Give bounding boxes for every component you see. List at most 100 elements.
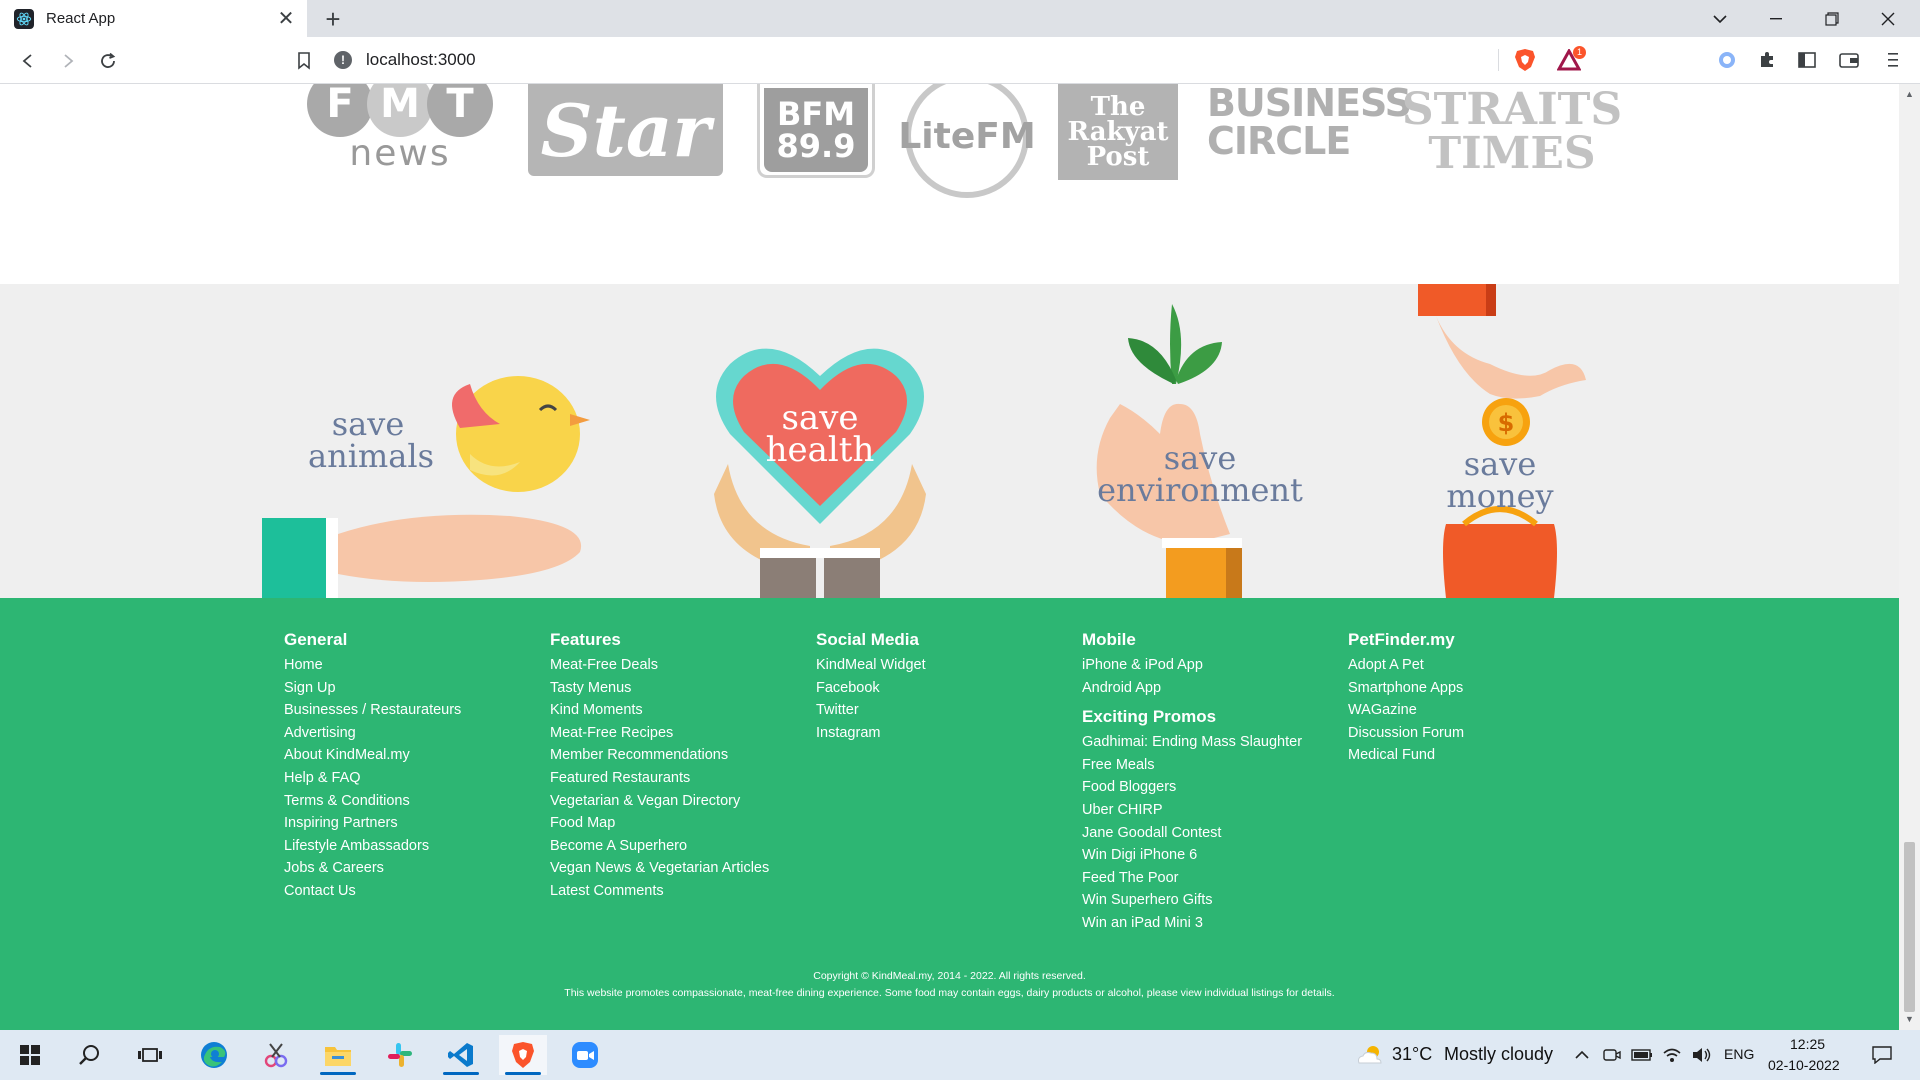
footer-link[interactable]: WAGazine [1348,699,1464,722]
footer-link[interactable]: Home [284,654,461,677]
tab-close-icon[interactable]: ✕ [275,6,297,31]
logo-the-star: Star [528,84,723,176]
footer-links: KindMeal Widget Facebook Twitter Instagram [816,654,926,744]
footer-link[interactable]: Win an iPad Mini 3 [1082,912,1302,935]
footer-link[interactable]: Become A Superhero [550,835,769,858]
clock-time[interactable]: 12:25 [1790,1036,1825,1052]
battery-icon[interactable] [1628,1035,1656,1075]
footer-link[interactable]: Help & FAQ [284,767,461,790]
snipping-tool-icon[interactable] [252,1035,300,1075]
footer-link[interactable]: Android App [1082,677,1302,700]
footer-link[interactable]: Adopt A Pet [1348,654,1464,677]
clock-date[interactable]: 02-10-2022 [1768,1057,1840,1073]
logo-bfm: BFM 89.9 [757,84,875,178]
footer-link[interactable]: Terms & Conditions [284,790,461,813]
footer-link[interactable]: Free Meals [1082,754,1302,777]
footer-link[interactable]: Smartphone Apps [1348,677,1464,700]
file-explorer-icon[interactable] [314,1035,362,1075]
extension-icon[interactable] [1712,45,1742,75]
footer-link[interactable]: Vegetarian & Vegan Directory [550,790,769,813]
weather-temp[interactable]: 31°C [1392,1044,1432,1065]
footer-link[interactable]: Instagram [816,722,926,745]
footer-links: Home Sign Up Businesses / Restaurateurs Adv… [284,654,461,903]
logo-business-circle: BUSINESS CIRCLE [1205,84,1412,160]
footer-link[interactable]: Uber CHIRP [1082,799,1302,822]
footer-link[interactable]: Meat-Free Deals [550,654,769,677]
task-view-icon[interactable] [126,1035,174,1075]
windows-start-icon[interactable] [6,1035,54,1075]
footer-link[interactable]: Jobs & Careers [284,857,461,880]
footer-link[interactable]: KindMeal Widget [816,654,926,677]
footer-link[interactable]: iPhone & iPod App [1082,654,1302,677]
extensions-puzzle-icon[interactable] [1752,45,1782,75]
page-scrollbar[interactable]: ▲ ▼ [1899,84,1920,1030]
footer-link[interactable]: Inspiring Partners [284,812,461,835]
copyright-text: Copyright © KindMeal.my, 2014 - 2022. Al… [813,970,1086,982]
volume-icon[interactable] [1688,1035,1716,1075]
scroll-down-arrow[interactable]: ▼ [1899,1011,1920,1028]
tab-search-icon[interactable] [1692,0,1748,37]
language-indicator[interactable]: ENG [1724,1046,1754,1062]
footer-link[interactable]: Kind Moments [550,699,769,722]
footer-link[interactable]: Facebook [816,677,926,700]
restore-button[interactable] [1804,0,1860,37]
vscode-icon[interactable] [437,1035,485,1075]
footer-link[interactable]: Feed The Poor [1082,867,1302,890]
chevron-up-icon[interactable] [1570,1035,1594,1075]
footer-link[interactable]: Food Bloggers [1082,776,1302,799]
edge-browser-icon[interactable] [190,1035,238,1075]
sidebar-icon[interactable] [1792,45,1822,75]
wifi-icon[interactable] [1658,1035,1686,1075]
footer-col-social: Social Media KindMeal Widget Facebook Twit… [816,628,926,744]
zoom-icon[interactable] [561,1035,609,1075]
forward-button[interactable] [52,45,84,77]
browser-tab[interactable]: React App ✕ [0,0,307,37]
footer-heading-features: Features [550,630,621,649]
search-icon[interactable] [66,1035,114,1075]
footer-link[interactable]: Discussion Forum [1348,722,1464,745]
footer-link[interactable]: Businesses / Restaurateurs [284,699,461,722]
footer-link[interactable]: Tasty Menus [550,677,769,700]
minimize-button[interactable] [1748,0,1804,37]
footer-link[interactable]: Win Digi iPhone 6 [1082,844,1302,867]
weather-desc[interactable]: Mostly cloudy [1444,1044,1553,1065]
brave-rewards-icon[interactable]: 1 [1554,45,1586,75]
close-window-button[interactable] [1860,0,1916,37]
footer-link[interactable]: Jane Goodall Contest [1082,822,1302,845]
footer-link[interactable]: Medical Fund [1348,744,1464,767]
footer-link[interactable]: Twitter [816,699,926,722]
footer-link[interactable]: Member Recommendations [550,744,769,767]
weather-icon[interactable] [1350,1035,1390,1075]
slack-icon[interactable] [376,1035,424,1075]
fmt-letter: T [427,84,493,137]
footer-link[interactable]: Vegan News & Vegetarian Articles [550,857,769,880]
footer-link[interactable]: Latest Comments [550,880,769,903]
bookmark-icon[interactable] [288,45,320,77]
footer-link[interactable]: Contact Us [284,880,461,903]
new-tab-button[interactable]: + [318,4,348,34]
brave-browser-icon[interactable] [499,1035,547,1075]
site-footer: General Home Sign Up Businesses / Restaura… [0,598,1899,1030]
scroll-up-arrow[interactable]: ▲ [1899,86,1920,103]
footer-link[interactable]: Featured Restaurants [550,767,769,790]
footer-link[interactable]: About KindMeal.my [284,744,461,767]
footer-link[interactable]: Sign Up [284,677,461,700]
footer-link[interactable]: Gadhimai: Ending Mass Slaughter [1082,731,1302,754]
footer-link[interactable]: Food Map [550,812,769,835]
menu-icon[interactable] [1878,45,1908,75]
brave-shields-icon[interactable] [1510,45,1540,75]
back-button[interactable] [12,45,44,77]
active-indicator [505,1072,541,1075]
footer-links: iPhone & iPod App Android App [1082,654,1302,699]
footer-link[interactable]: Advertising [284,722,461,745]
wallet-icon[interactable] [1834,45,1864,75]
scroll-thumb[interactable] [1904,842,1915,1012]
footer-link[interactable]: Lifestyle Ambassadors [284,835,461,858]
notifications-icon[interactable] [1862,1035,1902,1075]
footer-link[interactable]: Meat-Free Recipes [550,722,769,745]
url-bar[interactable]: ! localhost:3000 [334,43,1502,77]
meet-now-icon[interactable] [1600,1035,1624,1075]
reload-button[interactable] [92,45,124,77]
footer-link[interactable]: Win Superhero Gifts [1082,889,1302,912]
site-info-icon[interactable]: ! [334,51,352,69]
